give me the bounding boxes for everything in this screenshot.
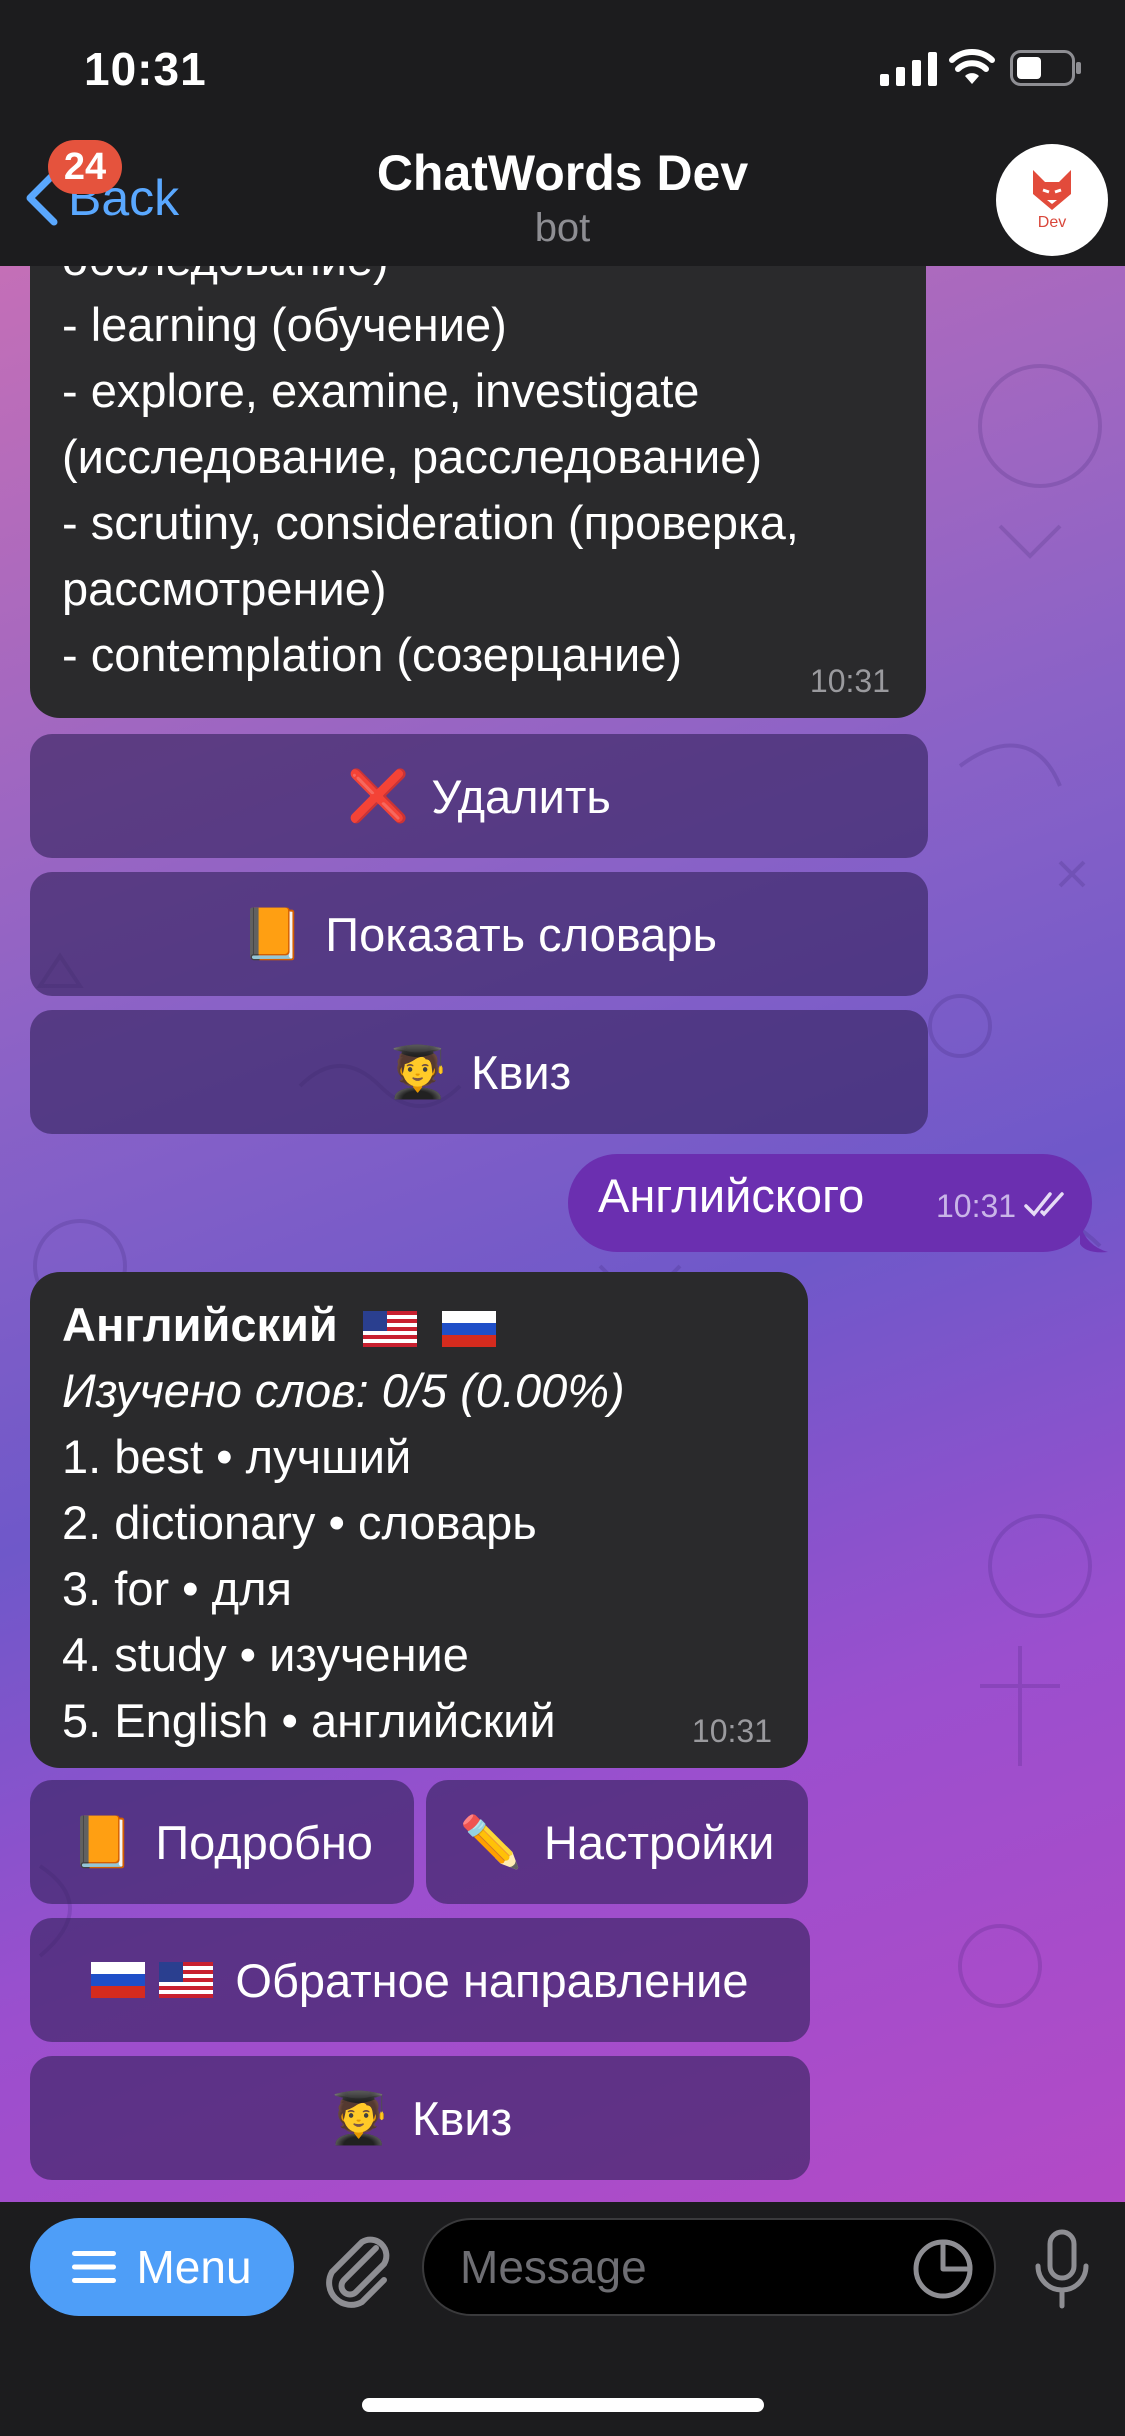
avatar[interactable]: Dev	[996, 144, 1108, 256]
word-item: 4. study • изучение	[62, 1628, 469, 1681]
quiz-label: Квиз	[412, 2091, 513, 2145]
message-line: - explore, examine, investigate	[62, 364, 700, 417]
chat-area[interactable]: обследование) - learning (обучение) - ex…	[0, 266, 1125, 2202]
battery-icon	[1010, 50, 1081, 86]
word-item: 5. English • английский	[62, 1694, 556, 1747]
incoming-message: обследование) - learning (обучение) - ex…	[30, 266, 926, 718]
outgoing-message: Английского 10:31	[568, 1154, 1092, 1252]
message-line: - learning (обучение)	[62, 298, 507, 351]
book-icon: 📙	[241, 905, 304, 962]
ru-flag-icon	[91, 1962, 146, 1998]
book-icon: 📙	[71, 1813, 134, 1870]
us-flag-icon	[159, 1962, 214, 1998]
message-time: 10:31	[809, 663, 890, 699]
reverse-direction-button[interactable]: Обратное направление	[30, 1918, 810, 2042]
language-title: Английский	[62, 1298, 338, 1351]
message-time: 10:31	[691, 1713, 772, 1749]
quiz-button[interactable]: 🧑‍🎓 Квиз	[30, 1010, 928, 1134]
status-time: 10:31	[84, 43, 207, 95]
avatar-label: Dev	[1037, 214, 1067, 231]
menu-label: Menu	[136, 2241, 252, 2293]
hamburger-icon	[72, 2251, 117, 2283]
word-item: 3. for • для	[62, 1562, 292, 1615]
ru-flag-icon	[441, 1310, 496, 1347]
show-dictionary-button[interactable]: 📙 Показать словарь	[30, 872, 928, 996]
language-title-line: Английский	[62, 1292, 625, 1358]
message-line: обследование)	[62, 266, 799, 292]
fox-logo-icon	[1033, 170, 1071, 210]
chat-title: ChatWords Dev	[376, 145, 749, 201]
outgoing-text: Английского	[598, 1169, 865, 1222]
quiz-label: Квиз	[471, 1045, 572, 1099]
word-item: 1. best • лучший	[62, 1430, 412, 1483]
home-indicator	[362, 2398, 764, 2412]
microphone-icon[interactable]	[1032, 2228, 1092, 2312]
signal-icon	[880, 52, 937, 86]
reverse-direction-label: Обратное направление	[235, 1953, 749, 2007]
read-checkmarks-icon	[1024, 1192, 1064, 1217]
word-item: 2. dictionary • словарь	[62, 1496, 537, 1549]
message-input[interactable]	[422, 2218, 996, 2316]
student-icon: 🧑‍🎓	[327, 2089, 391, 2146]
show-dictionary-label: Показать словарь	[325, 907, 717, 961]
details-button[interactable]: 📙 Подробно	[30, 1780, 414, 1904]
settings-button[interactable]: ✏️ Настройки	[426, 1780, 808, 1904]
progress-text: Изучено слов: 0/5 (0.00%)	[62, 1364, 625, 1417]
details-label: Подробно	[155, 1815, 373, 1869]
message-time: 10:31	[936, 1188, 1017, 1224]
us-flag-icon	[362, 1310, 417, 1347]
settings-label: Настройки	[543, 1815, 775, 1869]
message-line: рассмотрение)	[62, 562, 387, 615]
message-line: - scrutiny, consideration (проверка,	[62, 496, 799, 549]
message-line: - contemplation (созерцание)	[62, 628, 683, 681]
delete-label: Удалить	[431, 769, 611, 823]
quiz-button[interactable]: 🧑‍🎓 Квиз	[30, 2056, 810, 2180]
delete-button[interactable]: ❌ Удалить	[30, 734, 928, 858]
menu-button[interactable]: Menu	[30, 2218, 294, 2316]
paperclip-icon[interactable]	[318, 2228, 394, 2308]
sticker-icon[interactable]	[912, 2238, 974, 2300]
message-line: (исследование, расследование)	[62, 430, 762, 483]
pencil-icon: ✏️	[459, 1813, 522, 1870]
student-icon: 🧑‍🎓	[386, 1043, 450, 1100]
cross-icon: ❌	[347, 767, 410, 824]
chat-subtitle: bot	[534, 206, 591, 250]
wifi-icon	[949, 49, 995, 84]
bubble-tail	[1080, 1224, 1108, 1253]
incoming-message: Английский Изучено слов: 0/5 (0.00%) 1. …	[30, 1272, 808, 1768]
